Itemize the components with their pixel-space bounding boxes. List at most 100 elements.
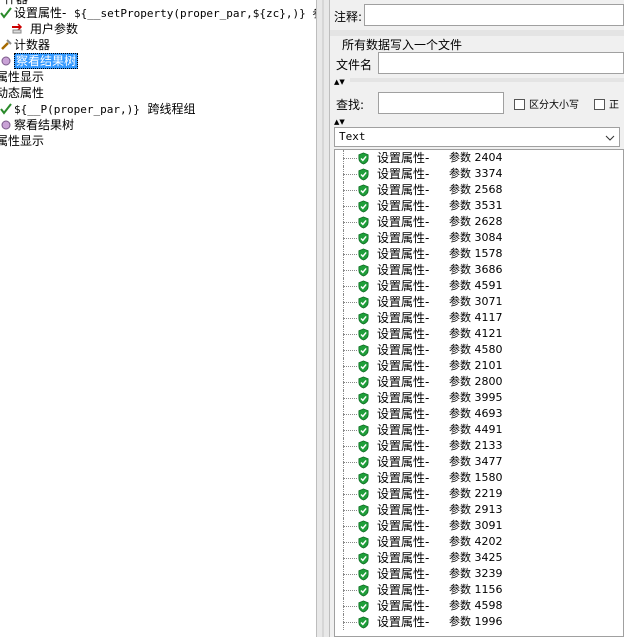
result-item-label: 设置属性- (377, 343, 430, 357)
result-item-label: 设置属性- (377, 151, 430, 165)
success-shield-icon (358, 488, 369, 501)
search-label: 查找: (336, 98, 365, 112)
tree-connector (343, 606, 357, 607)
tree-node-counter[interactable]: 计数器 (0, 37, 50, 53)
tree-connector (343, 398, 357, 399)
regex-checkbox[interactable]: 正 (594, 96, 619, 111)
success-shield-icon (358, 200, 369, 213)
result-item[interactable]: 设置属性- 参数 3995 (335, 390, 623, 406)
success-shield-icon (358, 296, 369, 309)
success-shield-icon (358, 440, 369, 453)
result-item-label: 设置属性- (377, 615, 430, 629)
tree-node-set-property[interactable]: 设置属性- ${__setProperty(proper_par,${zc},)… (0, 5, 316, 21)
tree-connector (343, 430, 357, 431)
result-item-label: 设置属性- (377, 503, 430, 517)
result-item[interactable]: 设置属性- 参数 4693 (335, 406, 623, 422)
result-item[interactable]: 设置属性- 参数 1580 (335, 470, 623, 486)
result-item-label: 设置属性- (377, 263, 430, 277)
success-shield-icon (358, 360, 369, 373)
filename-input[interactable] (378, 52, 624, 74)
result-item[interactable]: 设置属性- 参数 4202 (335, 534, 623, 550)
search-input[interactable] (378, 92, 504, 114)
tree-node-label: 察看结果树 (14, 53, 79, 69)
result-item-param: 参数 4580 (449, 343, 503, 356)
result-item-param: 参数 4598 (449, 599, 503, 612)
tree-connector (343, 254, 357, 255)
check-icon (0, 7, 12, 19)
tree-connector (343, 462, 357, 463)
result-item-label: 设置属性- (377, 567, 430, 581)
tree-connector (343, 478, 357, 479)
result-item[interactable]: 设置属性- 参数 2133 (335, 438, 623, 454)
result-item[interactable]: 设置属性- 参数 3374 (335, 166, 623, 182)
result-item[interactable]: 设置属性- 参数 2101 (335, 358, 623, 374)
split-pane-divider[interactable] (316, 0, 330, 637)
result-item-label: 设置属性- (377, 279, 430, 293)
result-item[interactable]: 设置属性- 参数 3239 (335, 566, 623, 582)
result-item[interactable]: 设置属性- 参数 4491 (335, 422, 623, 438)
result-item[interactable]: 设置属性- 参数 2568 (335, 182, 623, 198)
result-item[interactable]: 设置属性- 参数 3425 (335, 550, 623, 566)
success-shield-icon (358, 232, 369, 245)
result-item-label: 设置属性- (377, 359, 430, 373)
tree-node-prop-display-2[interactable]: 属性显示 (0, 133, 44, 149)
comment-input[interactable] (364, 4, 624, 26)
result-item-param: 参数 2404 (449, 151, 503, 164)
result-item[interactable]: 设置属性- 参数 4117 (335, 310, 623, 326)
result-item-label: 设置属性- (377, 247, 430, 261)
result-item-label: 设置属性- (377, 391, 430, 405)
result-item[interactable]: 设置属性- 参数 4580 (335, 342, 623, 358)
result-item[interactable]: 设置属性- 参数 2404 (335, 150, 623, 166)
tree-node-label: 用户参数 (30, 22, 79, 36)
result-item[interactable]: 设置属性- 参数 3071 (335, 294, 623, 310)
tree-connector (343, 590, 357, 591)
tree-connector (343, 510, 357, 511)
tree-node-label: 设置属性- (14, 6, 67, 20)
result-item-label: 设置属性- (377, 215, 430, 229)
pencil-icon (12, 23, 23, 34)
tree-node-user-params[interactable]: 用户参数 (8, 21, 78, 37)
result-item[interactable]: 设置属性- 参数 3531 (335, 198, 623, 214)
success-shield-icon (358, 536, 369, 549)
checkbox-box (514, 99, 525, 110)
result-item[interactable]: 设置属性- 参数 3091 (335, 518, 623, 534)
checkbox-label: 区分大小写 (529, 100, 579, 111)
result-item-param: 参数 1580 (449, 471, 503, 484)
result-item[interactable]: 设置属性- 参数 3477 (335, 454, 623, 470)
result-item[interactable]: 设置属性- 参数 1156 (335, 582, 623, 598)
tree-connector (343, 350, 357, 351)
tree-node-cross-thread[interactable]: ${__P(proper_par,)} 跨线程组 (0, 101, 196, 117)
result-item[interactable]: 设置属性- 参数 2800 (335, 374, 623, 390)
result-item-param: 参数 1156 (449, 583, 503, 596)
result-item[interactable]: 设置属性- 参数 4591 (335, 278, 623, 294)
success-shield-icon (358, 504, 369, 517)
collapse-arrows-icon[interactable]: ▲▼ (334, 118, 345, 126)
result-item[interactable]: 设置属性- 参数 4598 (335, 598, 623, 614)
result-item[interactable]: 设置属性- 参数 2219 (335, 486, 623, 502)
renderer-select[interactable]: Text (334, 127, 620, 147)
tree-node-dynamic-prop[interactable]: 动态属性 (0, 85, 44, 101)
result-item[interactable]: 设置属性- 参数 3686 (335, 262, 623, 278)
renderer-select-value: Text (339, 130, 366, 143)
chevron-down-icon (605, 135, 615, 141)
result-item[interactable]: 设置属性- 参数 2628 (335, 214, 623, 230)
result-item[interactable]: 设置属性- 参数 2913 (335, 502, 623, 518)
tree-node-label: 动态属性 (0, 86, 45, 100)
tree-node-view-results-1[interactable]: 察看结果树 (0, 53, 79, 69)
result-item-param: 参数 4117 (449, 311, 503, 324)
result-item-label: 设置属性- (377, 487, 430, 501)
tree-node-prop-display-1[interactable]: 属性显示 (0, 69, 44, 85)
result-item[interactable]: 设置属性- 参数 1578 (335, 246, 623, 262)
splitter-grip (322, 0, 324, 637)
result-item[interactable]: 设置属性- 参数 3084 (335, 230, 623, 246)
collapse-arrows-icon[interactable]: ▲▼ (334, 78, 345, 86)
result-item-label: 设置属性- (377, 535, 430, 549)
result-item[interactable]: 设置属性- 参数 4121 (335, 326, 623, 342)
success-shield-icon (358, 152, 369, 165)
result-item-param: 参数 3071 (449, 295, 503, 308)
result-item[interactable]: 设置属性- 参数 1996 (335, 614, 623, 630)
case-sensitive-checkbox[interactable]: 区分大小写 (514, 96, 579, 111)
tree-node-view-results-2[interactable]: 察看结果树 (0, 117, 74, 133)
result-item-param: 参数 2913 (449, 503, 503, 516)
tree-connector (343, 414, 357, 415)
